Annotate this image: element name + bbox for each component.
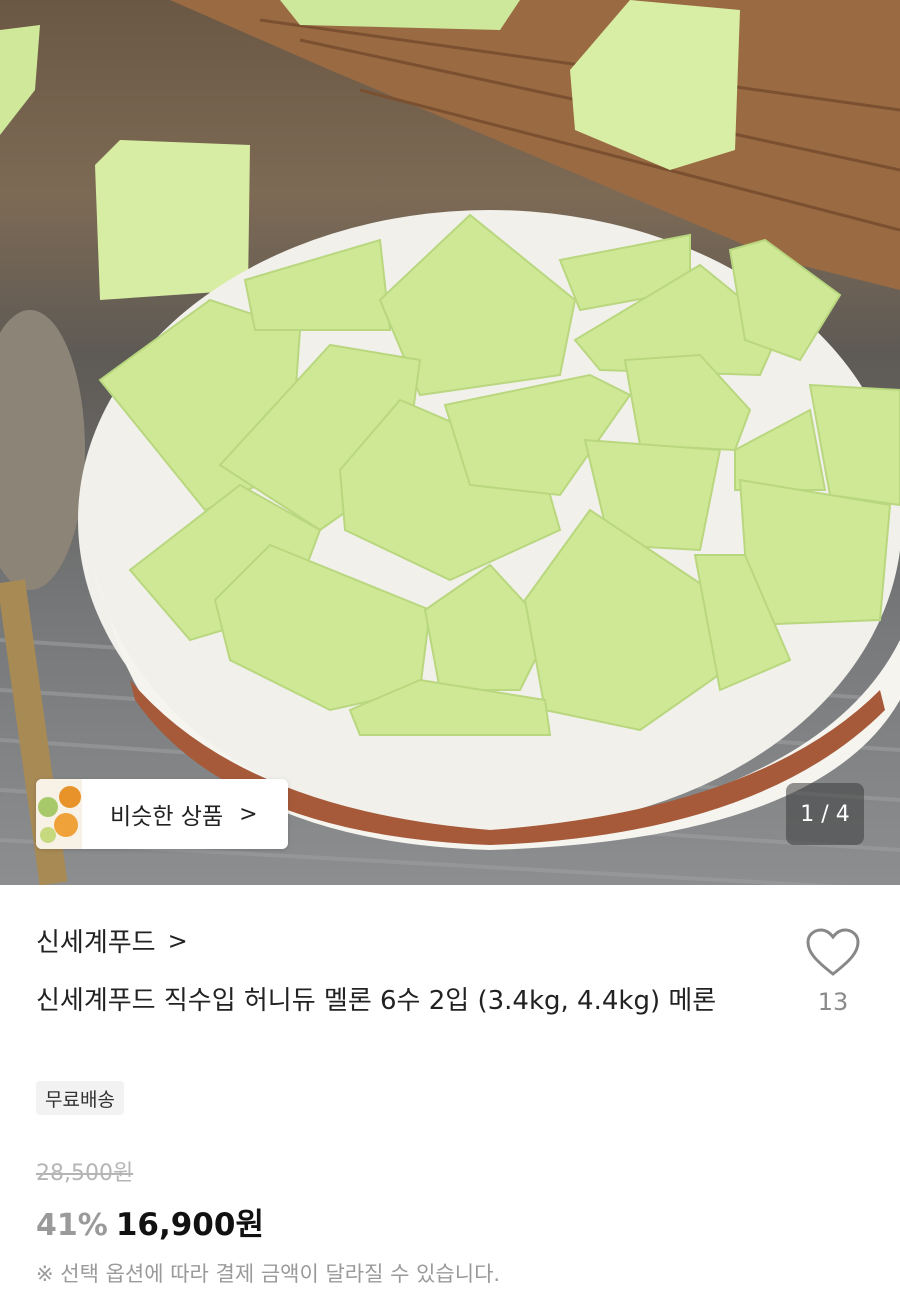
image-page-counter-text: 1 / 4: [800, 801, 850, 827]
seller-name: 신세계푸드: [36, 928, 156, 958]
image-page-counter: 1 / 4: [786, 783, 864, 845]
like-button[interactable]: 13: [800, 928, 866, 1016]
sale-price: 16,900원: [115, 1207, 264, 1243]
seller-link[interactable]: 신세계푸드 >: [36, 922, 188, 959]
discount-rate: 41%: [36, 1208, 108, 1243]
price-notice: ※ 선택 옵션에 따라 결제 금액이 달라질 수 있습니다.: [36, 1262, 501, 1286]
similar-products-label: 비슷한 상품: [110, 804, 224, 830]
similar-products-button[interactable]: 비슷한 상품 >: [36, 779, 288, 849]
heart-icon: [806, 928, 860, 976]
product-photo: [0, 0, 900, 885]
original-price: 28,500원: [36, 1161, 134, 1186]
price-row: 41% 16,900원: [36, 1199, 264, 1244]
product-image-gallery[interactable]: 비슷한 상품 > 1 / 4: [0, 0, 900, 885]
like-count: 13: [817, 988, 849, 1016]
chevron-right-icon: >: [167, 926, 188, 955]
similar-products-thumbnail: [36, 779, 82, 849]
chevron-right-icon: >: [239, 801, 258, 827]
free-shipping-badge: 무료배송: [36, 1081, 124, 1115]
product-title: 신세계푸드 직수입 허니듀 멜론 6수 2입 (3.4kg, 4.4kg) 메론: [36, 986, 717, 1016]
